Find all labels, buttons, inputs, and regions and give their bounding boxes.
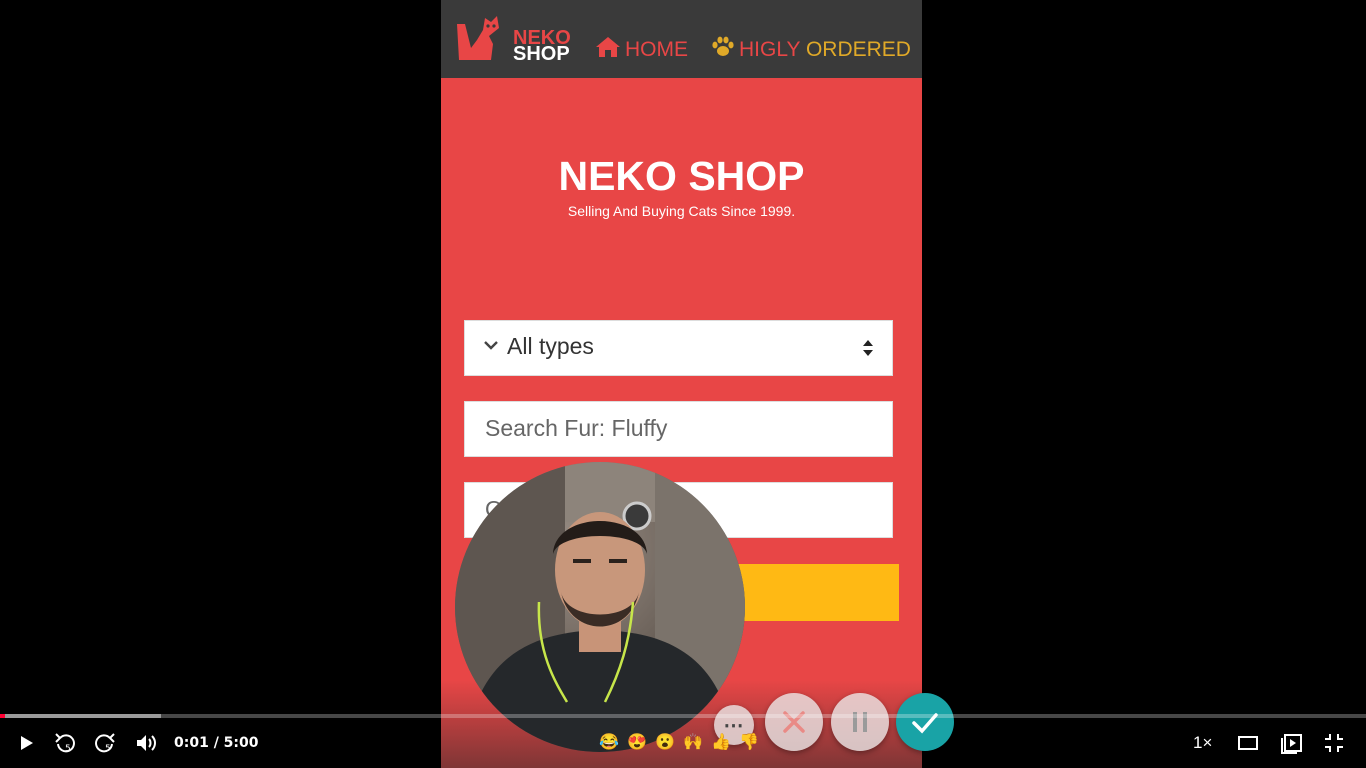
pause-icon (853, 712, 867, 732)
time-display: 0:01 / 5:00 (174, 735, 259, 751)
miniplayer-icon (1281, 734, 1302, 754)
nav-home-label: HOME (625, 38, 688, 61)
logo-text-bottom[interactable]: SHOP (513, 44, 570, 64)
check-icon (912, 713, 938, 734)
webcam-person-image (455, 462, 745, 752)
hero-subtitle: Selling And Buying Cats Since 1999. (567, 203, 796, 219)
hero-title: NEKO SHOP (558, 153, 805, 199)
reaction-thumbs-up[interactable]: 👍 (710, 731, 732, 753)
home-icon (595, 36, 621, 64)
nav-higly-ordered-link[interactable]: HIGLY ORDERED (711, 36, 911, 64)
skip-forward-button[interactable]: 5 (92, 730, 118, 756)
nav-ordered-label: ORDERED (805, 38, 911, 61)
search-fur-placeholder: Search Fur: Fluffy (485, 415, 668, 441)
play-button[interactable] (13, 730, 39, 756)
replay-5-icon: 5 (55, 733, 75, 754)
volume-icon (137, 735, 156, 751)
reaction-bar: 😂 😍 😮 🙌 👍 👎 (598, 731, 760, 757)
sort-arrows-icon (862, 339, 874, 362)
exit-fullscreen-button[interactable] (1321, 730, 1347, 756)
playback-speed-button[interactable]: 1× (1193, 733, 1212, 753)
skip-forward-seconds: 5 (105, 744, 111, 754)
miniplayer-button[interactable] (1279, 730, 1305, 756)
reaction-raised-hands[interactable]: 🙌 (682, 731, 704, 753)
skip-back-button[interactable]: 5 (52, 730, 78, 756)
reaction-laugh[interactable]: 😂 (598, 731, 620, 753)
progress-bar[interactable] (0, 714, 1366, 718)
exit-fullscreen-icon (1325, 734, 1343, 752)
webcam-bubble[interactable] (455, 462, 745, 752)
forward-5-icon: 5 (95, 733, 115, 754)
paw-icon (711, 36, 735, 64)
theater-icon (1238, 736, 1258, 750)
site-navbar: NEKO SHOP HOME HIGLY ORDERED (441, 0, 922, 78)
reaction-heart-eyes[interactable]: 😍 (626, 731, 648, 753)
search-fur-input[interactable]: Search Fur: Fluffy (464, 401, 893, 457)
type-select[interactable]: All types (464, 320, 893, 376)
recorder-done-button[interactable] (896, 693, 954, 751)
recorder-pause-button[interactable] (831, 693, 889, 751)
type-select-value: All types (507, 333, 594, 359)
cancel-icon (783, 711, 805, 733)
skip-back-seconds: 5 (65, 744, 71, 754)
volume-button[interactable] (133, 730, 159, 756)
nav-home-link[interactable]: HOME (595, 36, 688, 64)
theater-mode-button[interactable] (1235, 730, 1261, 756)
cat-logo-icon[interactable] (451, 14, 503, 67)
play-icon (21, 736, 33, 750)
reaction-thumbs-down[interactable]: 👎 (738, 731, 760, 753)
progress-played (0, 714, 5, 718)
progress-buffered (0, 714, 162, 718)
chevron-down-icon (483, 338, 499, 357)
reaction-surprised[interactable]: 😮 (654, 731, 676, 753)
recorder-cancel-button[interactable] (765, 693, 823, 751)
nav-higly-label: HIGLY (739, 38, 801, 61)
